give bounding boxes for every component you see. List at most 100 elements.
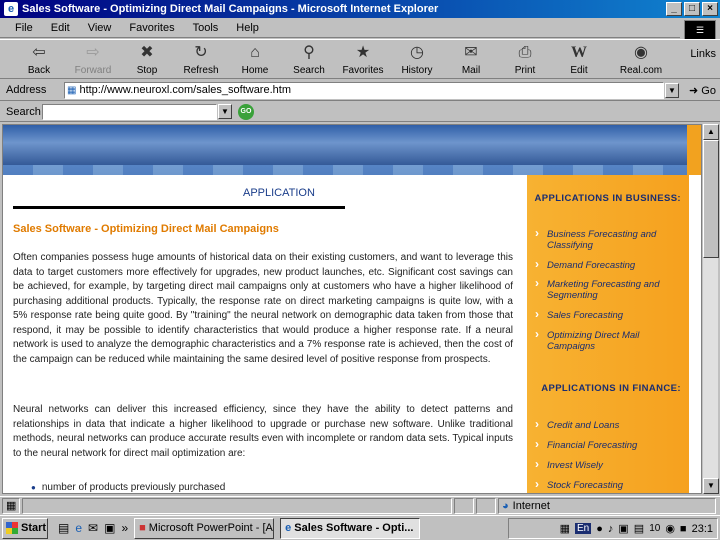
home-button[interactable]: ⌂ Home — [228, 40, 282, 76]
tray-language-badge[interactable]: En — [574, 523, 592, 534]
powerpoint-icon: ■ — [139, 522, 146, 534]
internet-explorer-icon: e — [4, 2, 18, 16]
history-button[interactable]: ◷ History — [390, 40, 444, 76]
forward-button[interactable]: ⇨ Forward — [66, 40, 120, 76]
status-bar: ▦ ◕ Internet — [0, 496, 720, 514]
tray-network-icon[interactable]: ▦ — [560, 522, 570, 535]
scroll-thumb[interactable] — [703, 140, 719, 258]
browser-window: e Sales Software - Optimizing Direct Mai… — [0, 0, 720, 540]
back-button[interactable]: ⇦ Back — [12, 40, 66, 76]
section-label: APPLICATION — [243, 187, 315, 199]
sidebar-link-credit-loans[interactable]: Credit and Loans — [533, 419, 683, 431]
quick-launch-app-icon[interactable]: ▣ — [104, 521, 115, 535]
list-item: number of products previously purchased — [31, 482, 225, 493]
status-cell — [454, 497, 474, 514]
refresh-icon: ↻ — [194, 44, 208, 61]
sidebar-link-sales-forecasting[interactable]: Sales Forecasting — [533, 309, 683, 321]
menu-tools[interactable]: Tools — [184, 22, 228, 34]
page-viewport[interactable]: APPLICATION Sales Software - Optimizing … — [2, 124, 702, 494]
search-label: Search — [6, 105, 41, 118]
system-tray: ▦ En ● ♪ ▣ ▤ 10 ◉ ■ 23:1 — [508, 518, 718, 539]
scroll-down-button[interactable]: ▼ — [703, 478, 719, 494]
sidebar-link-direct-mail[interactable]: Optimizing Direct Mail Campaigns — [533, 329, 683, 352]
address-input[interactable]: ▦ http://www.neuroxl.com/sales_software.… — [64, 81, 664, 99]
title-bar[interactable]: e Sales Software - Optimizing Direct Mai… — [0, 0, 720, 18]
windows-logo-icon — [6, 522, 18, 534]
search-dropdown-button[interactable]: ▼ — [218, 104, 232, 119]
search-icon: ⚲ — [303, 44, 315, 61]
tray-app-icon[interactable]: ◉ — [665, 522, 675, 535]
realcom-icon: ◉ — [634, 44, 648, 61]
taskbar: Start ▤ e ✉ ▣ » ■ Microsoft PowerPoint - … — [0, 515, 720, 540]
menu-help[interactable]: Help — [227, 22, 268, 34]
paragraph-2: Neural networks can deliver this increas… — [13, 404, 513, 459]
menu-view[interactable]: View — [79, 22, 121, 34]
page-heading: Sales Software - Optimizing Direct Mail … — [13, 223, 279, 235]
vertical-scrollbar[interactable]: ▲ ▼ — [702, 124, 719, 494]
page-icon: ▦ — [67, 84, 77, 96]
tray-volume-icon[interactable]: ♪ — [608, 523, 614, 535]
refresh-button[interactable]: ↻ Refresh — [174, 40, 228, 76]
paragraph-1: Often companies possess huge amounts of … — [13, 252, 513, 365]
internet-globe-icon: ◕ — [502, 499, 509, 512]
section-divider — [13, 206, 345, 209]
quick-launch-ie-icon[interactable]: e — [75, 521, 82, 535]
stop-button[interactable]: ✖ Stop — [120, 40, 174, 76]
menu-edit[interactable]: Edit — [42, 22, 79, 34]
banner-accent — [687, 125, 701, 175]
sidebar-link-business-forecasting[interactable]: Business Forecasting and Classifying — [533, 228, 683, 251]
search-go-button[interactable]: GO — [238, 103, 254, 120]
address-url: http://www.neuroxl.com/sales_software.ht… — [79, 84, 291, 96]
word-edit-icon: W — [571, 44, 587, 61]
taskbar-item-powerpoint[interactable]: ■ Microsoft PowerPoint - [A] — [134, 517, 275, 539]
banner-strip — [3, 165, 701, 175]
sidebar-link-financial-forecasting[interactable]: Financial Forecasting — [533, 439, 683, 451]
quick-launch-more-icon[interactable]: » — [121, 521, 128, 535]
menu-favorites[interactable]: Favorites — [120, 22, 183, 34]
window-controls: _ □ × — [666, 2, 718, 16]
tray-app-icon[interactable]: ▣ — [618, 522, 628, 535]
links-button[interactable]: Links — [690, 48, 716, 60]
windows-throbber-icon: ☰ — [684, 20, 716, 40]
back-arrow-icon: ⇦ — [32, 44, 46, 61]
quick-launch-show-desktop-icon[interactable]: ▤ — [58, 521, 69, 535]
menu-file[interactable]: File — [6, 22, 42, 34]
close-button[interactable]: × — [702, 2, 718, 16]
sidebar-link-demand-forecasting[interactable]: Demand Forecasting — [533, 259, 683, 271]
clock[interactable]: 23:1 — [692, 523, 713, 535]
internet-explorer-icon: e — [285, 522, 292, 534]
favorites-icon: ★ — [355, 44, 371, 61]
edit-button[interactable]: W Edit — [552, 40, 606, 76]
quick-launch-outlook-icon[interactable]: ✉ — [88, 521, 98, 535]
status-message — [22, 497, 452, 514]
address-dropdown-button[interactable]: ▼ — [665, 82, 679, 98]
search-input[interactable] — [42, 103, 217, 120]
sidebar-link-marketing-forecasting[interactable]: Marketing Forecasting and Segmenting — [533, 278, 683, 301]
taskbar-item-ie[interactable]: e Sales Software - Opti... — [280, 517, 421, 539]
tray-page-badge[interactable]: 10 — [649, 523, 660, 534]
favorites-button[interactable]: ★ Favorites — [336, 40, 390, 76]
menu-bar: File Edit View Favorites Tools Help — [0, 18, 680, 38]
address-bar: Address ▦ http://www.neuroxl.com/sales_s… — [0, 80, 720, 101]
mail-button[interactable]: ✉ Mail — [444, 40, 498, 76]
tray-app-icon[interactable]: ▤ — [634, 522, 644, 535]
minimize-button[interactable]: _ — [666, 2, 682, 16]
print-button[interactable]: ⎙ Print — [498, 40, 552, 76]
sidebar-link-stock-forecasting[interactable]: Stock Forecasting — [533, 479, 683, 491]
tray-app-icon[interactable]: ■ — [680, 523, 687, 535]
sidebar-link-invest-wisely[interactable]: Invest Wisely — [533, 459, 683, 471]
go-button[interactable]: ➜ Go — [689, 84, 716, 97]
status-page-icon: ▦ — [2, 497, 20, 514]
standard-toolbar: ⇦ Back ⇨ Forward ✖ Stop ↻ Refresh ⌂ Home ⚲ Sea… — [0, 39, 720, 79]
scroll-up-button[interactable]: ▲ — [703, 124, 719, 140]
realcom-button[interactable]: ◉ Real.com — [606, 40, 676, 76]
status-zone: ◕ Internet — [498, 497, 716, 514]
maximize-button[interactable]: □ — [684, 2, 700, 16]
quick-launch: ▤ e ✉ ▣ » — [58, 521, 128, 535]
tray-app-icon[interactable]: ● — [596, 523, 603, 535]
search-button[interactable]: ⚲ Search — [282, 40, 336, 76]
forward-arrow-icon: ⇨ — [86, 44, 100, 61]
start-button[interactable]: Start — [2, 517, 48, 539]
applications-sidebar: APPLICATIONS IN BUSINESS: Business Forec… — [527, 175, 689, 493]
address-label: Address — [6, 84, 47, 96]
